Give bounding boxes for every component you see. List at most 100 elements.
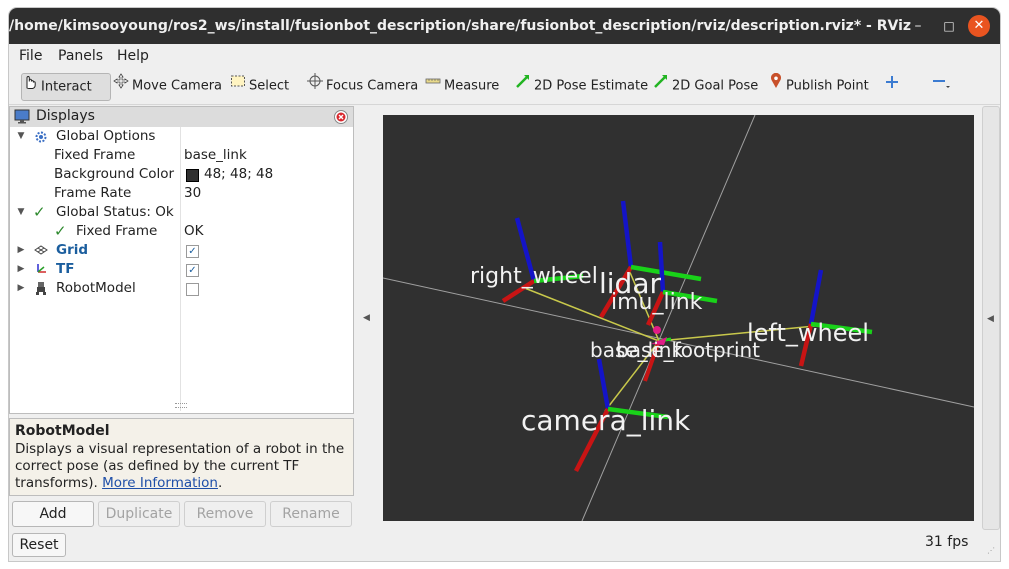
menu-file[interactable]: File (19, 48, 42, 64)
grid-checkbox[interactable]: ✓ (186, 245, 199, 258)
menu-bar: File Panels Help (9, 44, 1000, 68)
measure-tool[interactable]: Measure (425, 73, 499, 99)
reset-button[interactable]: Reset (12, 533, 66, 557)
monitor-icon (14, 109, 30, 128)
z-axis (596, 358, 611, 410)
scene-svg: right_wheel lidar imu_link left_wheel ba… (383, 115, 974, 521)
camera-link-label: camera_link (521, 404, 691, 437)
background-color-value[interactable]: 48; 48; 48 (204, 165, 273, 184)
fixed-frame-label[interactable]: Fixed Frame (54, 146, 135, 165)
collapsed-arrow-icon[interactable]: ▶ (16, 283, 26, 293)
left-wheel-frame (798, 269, 873, 367)
pose-estimate-tool[interactable]: 2D Pose Estimate (515, 73, 648, 99)
resize-handle[interactable] (175, 403, 187, 408)
maximize-button[interactable]: □ (939, 16, 959, 36)
crosshair-icon (307, 73, 323, 99)
menu-panels[interactable]: Panels (58, 48, 103, 64)
collapsed-arrow-icon[interactable]: ▶ (16, 264, 26, 274)
pose-estimate-label: 2D Pose Estimate (534, 78, 649, 94)
window-resize-grip[interactable]: ⋰ (987, 547, 997, 558)
global-status-row[interactable]: Global Status: Ok (56, 203, 174, 222)
minimize-button[interactable]: – (908, 16, 928, 36)
fixed-frame-value[interactable]: base_link (184, 146, 247, 165)
grid-line (581, 115, 756, 521)
frame-rate-label[interactable]: Frame Rate (54, 184, 131, 203)
remove-button[interactable]: Remove (184, 501, 266, 527)
z-axis (808, 269, 824, 325)
3d-viewport[interactable]: right_wheel lidar imu_link left_wheel ba… (383, 115, 974, 521)
collapsed-arrow-icon[interactable]: ▶ (16, 245, 26, 255)
status-fixed-frame-value[interactable]: OK (184, 222, 203, 241)
right-dock-strip[interactable]: ◀ (982, 106, 1000, 530)
focus-camera-label: Focus Camera (326, 78, 419, 94)
z-axis (620, 200, 634, 268)
move-camera-label: Move Camera (132, 78, 223, 94)
base-footprint-label: base_footprint (616, 338, 760, 362)
move-arrows-icon (113, 73, 129, 99)
robot-icon (34, 281, 48, 300)
right-splitter-arrow-icon[interactable]: ◀ (987, 314, 994, 324)
duplicate-button[interactable]: Duplicate (98, 501, 180, 527)
gear-icon (34, 130, 48, 148)
more-information-link[interactable]: More Information (102, 475, 218, 491)
move-camera-tool[interactable]: Move Camera (113, 73, 222, 99)
panel-close-icon[interactable] (334, 110, 348, 128)
publish-point-tool[interactable]: Publish Point (769, 72, 869, 99)
measure-label: Measure (444, 78, 500, 94)
fps-readout: 31 fps (925, 534, 969, 550)
grid-icon (34, 244, 48, 260)
goal-pose-label: 2D Goal Pose (672, 78, 759, 94)
help-title: RobotModel (15, 423, 110, 439)
hand-cursor-icon (22, 74, 38, 100)
expand-arrow-icon[interactable]: ▼ (16, 131, 26, 141)
help-text-block: Displays a visual representation of a ro… (15, 441, 348, 492)
displays-panel-header: Displays (10, 107, 353, 127)
status-fixed-frame-label[interactable]: Fixed Frame (76, 222, 157, 241)
background-color-swatch[interactable] (186, 169, 199, 182)
help-panel: RobotModel Displays a visual representat… (9, 418, 354, 496)
right-wheel-label: right_wheel (470, 264, 598, 289)
frame-origin-marker (653, 326, 661, 334)
plus-icon (885, 73, 899, 99)
displays-panel: Displays ▼ Global Options Fixed Frame ba… (9, 106, 354, 414)
menu-help[interactable]: Help (117, 48, 149, 64)
background-color-label[interactable]: Background Color (54, 165, 174, 184)
tool-bar: Interact Move Camera Select Focus Camera… (9, 68, 1000, 105)
ruler-icon (425, 73, 441, 99)
imu-link-label: imu_link (611, 290, 703, 315)
rename-button[interactable]: Rename (270, 501, 352, 527)
select-box-icon (230, 73, 246, 99)
displays-title: Displays (36, 108, 95, 124)
frame-rate-value[interactable]: 30 (184, 184, 201, 203)
remove-tool-button[interactable] (932, 73, 955, 99)
tf-display[interactable]: TF (56, 260, 74, 279)
global-options-row[interactable]: Global Options (56, 127, 155, 146)
map-pin-icon (769, 72, 783, 99)
tf-checkbox[interactable]: ✓ (186, 264, 199, 277)
help-suffix: . (217, 475, 223, 491)
close-button[interactable]: ✕ (968, 15, 990, 37)
interact-tool[interactable]: Interact (21, 73, 111, 101)
checkmark-icon: ✓ (33, 203, 46, 221)
window-title: /home/kimsooyoung/ros2_ws/install/fusion… (9, 18, 912, 34)
left-wheel-label: left_wheel (747, 319, 869, 347)
robot-model-display[interactable]: RobotModel (56, 279, 136, 298)
expand-arrow-icon[interactable]: ▼ (16, 207, 26, 217)
select-label: Select (249, 78, 290, 94)
title-bar: /home/kimsooyoung/ros2_ws/install/fusion… (9, 8, 1000, 44)
focus-camera-tool[interactable]: Focus Camera (307, 73, 418, 99)
select-tool[interactable]: Select (230, 73, 289, 99)
interact-label: Interact (41, 79, 92, 95)
goal-pose-tool[interactable]: 2D Goal Pose (653, 73, 758, 99)
checkmark-icon: ✓ (54, 222, 67, 240)
add-button[interactable]: Add (12, 501, 94, 527)
green-arrow-icon (515, 73, 531, 99)
publish-point-label: Publish Point (786, 78, 869, 94)
column-divider (180, 127, 181, 411)
left-splitter-arrow-icon[interactable]: ◀ (363, 313, 370, 323)
grid-display[interactable]: Grid (56, 241, 88, 260)
green-arrow-icon (653, 73, 669, 99)
add-tool-button[interactable] (885, 73, 902, 99)
minus-icon (932, 73, 952, 99)
robot-model-checkbox[interactable] (186, 283, 199, 296)
